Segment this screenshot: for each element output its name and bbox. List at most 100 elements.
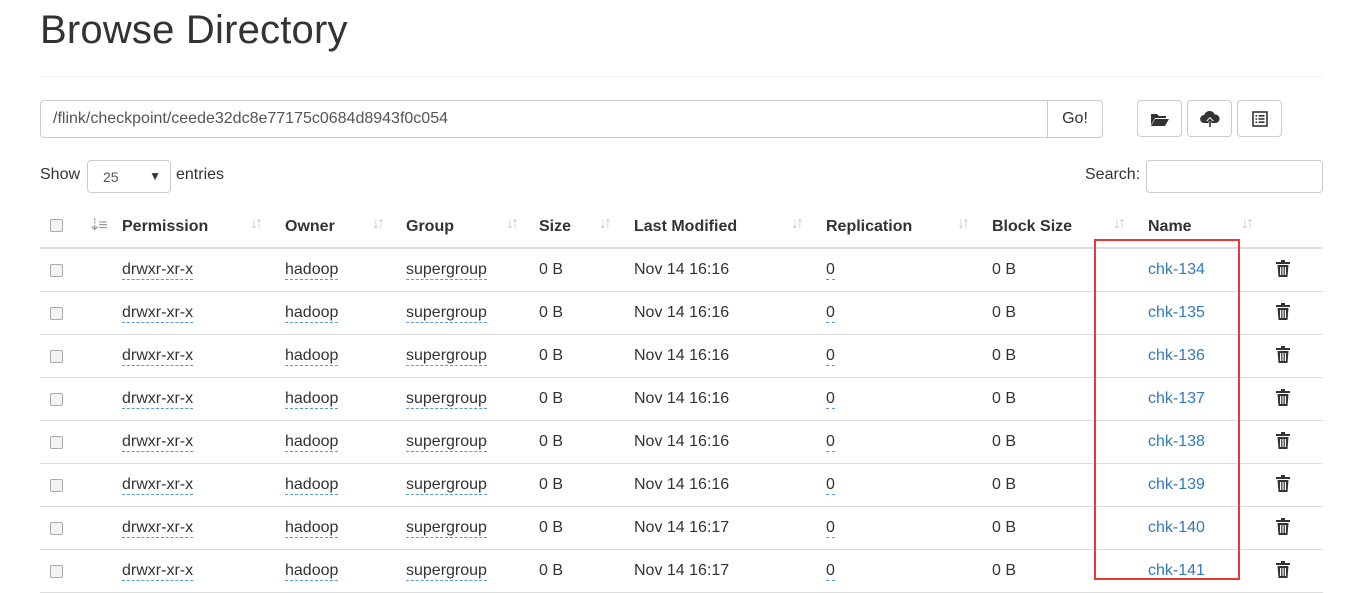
col-header-name[interactable]: Name <box>1148 218 1192 236</box>
owner-cell[interactable]: hadoop <box>285 519 339 538</box>
trash-icon[interactable] <box>1276 475 1290 497</box>
col-header-replication[interactable]: Replication <box>826 218 912 236</box>
size-cell: 0 B <box>539 347 564 364</box>
path-input[interactable] <box>40 100 1048 138</box>
row-checkbox[interactable] <box>50 522 63 535</box>
group-cell[interactable]: supergroup <box>406 519 487 538</box>
search-input[interactable] <box>1146 160 1323 193</box>
row-checkbox[interactable] <box>50 307 63 320</box>
permission-cell[interactable]: drwxr-xr-x <box>122 433 194 452</box>
last-modified-cell: Nov 14 16:17 <box>634 562 730 579</box>
replication-cell[interactable]: 0 <box>826 304 835 323</box>
sort-desc-icon[interactable]: ⇣≡ <box>88 215 108 235</box>
size-cell: 0 B <box>539 304 564 321</box>
size-cell: 0 B <box>539 519 564 536</box>
sort-icon[interactable]: ↓↑ <box>1113 215 1126 233</box>
block-size-cell: 0 B <box>992 261 1017 278</box>
size-cell: 0 B <box>539 562 564 579</box>
row-checkbox[interactable] <box>50 565 63 578</box>
block-size-cell: 0 B <box>992 433 1017 450</box>
replication-cell[interactable]: 0 <box>826 433 835 452</box>
group-cell[interactable]: supergroup <box>406 476 487 495</box>
col-header-group[interactable]: Group <box>406 218 454 236</box>
size-cell: 0 B <box>539 476 564 493</box>
trash-icon[interactable] <box>1276 346 1290 368</box>
permission-cell[interactable]: drwxr-xr-x <box>122 519 194 538</box>
owner-cell[interactable]: hadoop <box>285 347 339 366</box>
search-label: Search: <box>1085 166 1141 183</box>
last-modified-cell: Nov 14 16:16 <box>634 261 730 278</box>
block-size-cell: 0 B <box>992 304 1017 321</box>
last-modified-cell: Nov 14 16:16 <box>634 304 730 321</box>
chevron-down-icon: ▼ <box>149 169 161 183</box>
row-checkbox[interactable] <box>50 264 63 277</box>
replication-cell[interactable]: 0 <box>826 562 835 581</box>
title-divider <box>40 76 1323 77</box>
group-cell[interactable]: supergroup <box>406 304 487 323</box>
page-title: Browse Directory <box>40 8 348 52</box>
permission-cell[interactable]: drwxr-xr-x <box>122 562 194 581</box>
last-modified-cell: Nov 14 16:16 <box>634 347 730 364</box>
permission-cell[interactable]: drwxr-xr-x <box>122 304 194 323</box>
trash-icon[interactable] <box>1276 518 1290 540</box>
col-header-permission[interactable]: Permission <box>122 218 208 236</box>
owner-cell[interactable]: hadoop <box>285 304 339 323</box>
replication-cell[interactable]: 0 <box>826 390 835 409</box>
trash-icon[interactable] <box>1276 303 1290 325</box>
owner-cell[interactable]: hadoop <box>285 433 339 452</box>
trash-icon[interactable] <box>1276 432 1290 454</box>
sort-icon[interactable]: ↓↑ <box>599 215 612 233</box>
row-checkbox[interactable] <box>50 350 63 363</box>
trash-icon[interactable] <box>1276 389 1290 411</box>
entries-per-page-select[interactable]: 25 ▼ <box>87 160 171 193</box>
cut-paste-button[interactable] <box>1237 100 1282 137</box>
replication-cell[interactable]: 0 <box>826 261 835 280</box>
permission-cell[interactable]: drwxr-xr-x <box>122 476 194 495</box>
size-cell: 0 B <box>539 261 564 278</box>
last-modified-cell: Nov 14 16:16 <box>634 476 730 493</box>
sort-icon[interactable]: ↓↑ <box>957 215 970 233</box>
row-checkbox[interactable] <box>50 393 63 406</box>
sort-icon[interactable]: ↓↑ <box>791 215 804 233</box>
block-size-cell: 0 B <box>992 476 1017 493</box>
owner-cell[interactable]: hadoop <box>285 261 339 280</box>
group-cell[interactable]: supergroup <box>406 433 487 452</box>
owner-cell[interactable]: hadoop <box>285 390 339 409</box>
group-cell[interactable]: supergroup <box>406 261 487 280</box>
col-header-owner[interactable]: Owner <box>285 218 335 236</box>
row-checkbox[interactable] <box>50 436 63 449</box>
replication-cell[interactable]: 0 <box>826 519 835 538</box>
group-cell[interactable]: supergroup <box>406 562 487 581</box>
show-label: Show <box>40 166 81 183</box>
entries-select-value: 25 <box>103 168 119 185</box>
block-size-cell: 0 B <box>992 562 1017 579</box>
group-cell[interactable]: supergroup <box>406 390 487 409</box>
permission-cell[interactable]: drwxr-xr-x <box>122 390 194 409</box>
block-size-cell: 0 B <box>992 519 1017 536</box>
sort-icon[interactable]: ↓↑ <box>506 215 519 233</box>
col-header-last-modified[interactable]: Last Modified <box>634 218 737 236</box>
col-header-block-size[interactable]: Block Size <box>992 218 1072 236</box>
size-cell: 0 B <box>539 390 564 407</box>
create-directory-button[interactable] <box>1137 100 1182 137</box>
sort-icon[interactable]: ↓↑ <box>372 215 385 233</box>
replication-cell[interactable]: 0 <box>826 347 835 366</box>
trash-icon[interactable] <box>1276 260 1290 282</box>
go-button[interactable]: Go! <box>1047 100 1103 138</box>
sort-icon[interactable]: ↓↑ <box>1241 215 1254 233</box>
sort-icon[interactable]: ↓↑ <box>250 215 263 233</box>
permission-cell[interactable]: drwxr-xr-x <box>122 347 194 366</box>
col-header-size[interactable]: Size <box>539 218 571 236</box>
trash-icon[interactable] <box>1276 561 1290 583</box>
last-modified-cell: Nov 14 16:16 <box>634 433 730 450</box>
upload-files-button[interactable] <box>1187 100 1232 137</box>
owner-cell[interactable]: hadoop <box>285 562 339 581</box>
select-all-checkbox[interactable] <box>50 219 63 232</box>
replication-cell[interactable]: 0 <box>826 476 835 495</box>
permission-cell[interactable]: drwxr-xr-x <box>122 261 194 280</box>
owner-cell[interactable]: hadoop <box>285 476 339 495</box>
last-modified-cell: Nov 14 16:16 <box>634 390 730 407</box>
group-cell[interactable]: supergroup <box>406 347 487 366</box>
row-checkbox[interactable] <box>50 479 63 492</box>
size-cell: 0 B <box>539 433 564 450</box>
